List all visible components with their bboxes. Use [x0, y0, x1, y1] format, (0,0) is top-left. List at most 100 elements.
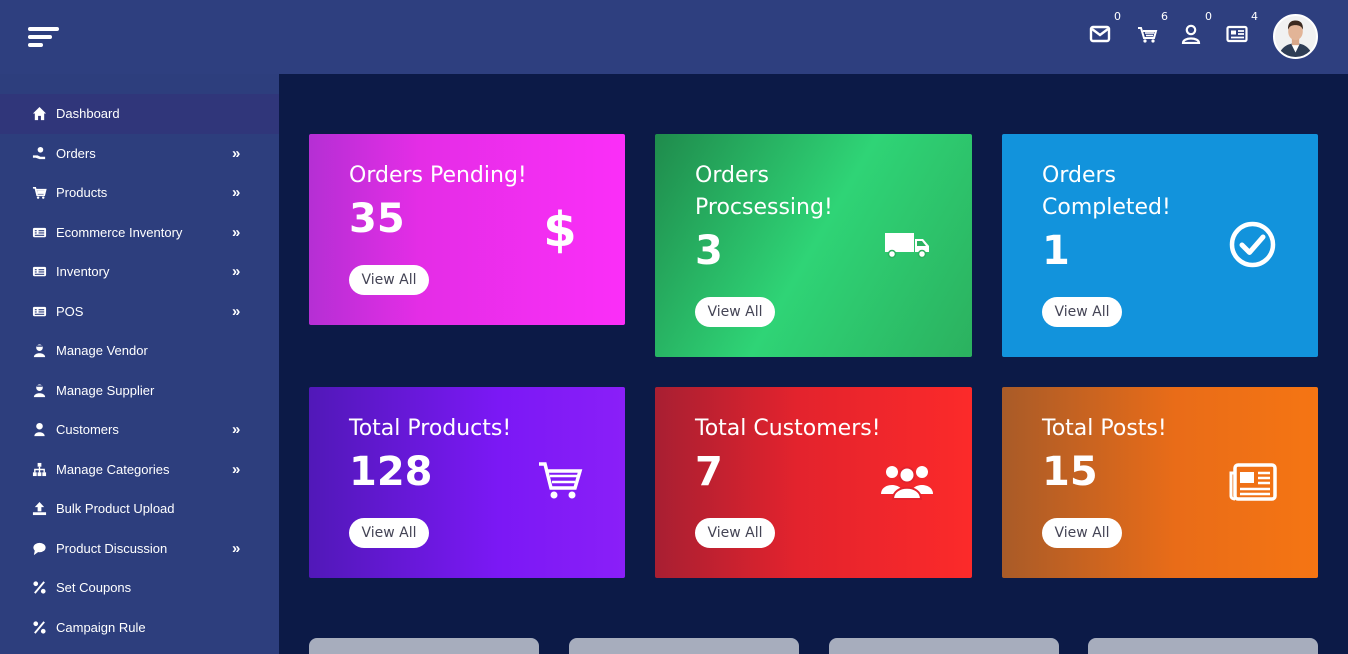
card-title: Total Products!	[349, 416, 512, 441]
orders-pending-card: Orders Pending! 35 View All $	[309, 134, 625, 325]
chevron-double-right-icon: »	[232, 144, 241, 162]
cart-icon	[537, 460, 583, 500]
view-all-button[interactable]: View All	[1042, 518, 1122, 548]
card-title-line2: Procsessing!	[695, 195, 833, 220]
users-button[interactable]: 0	[1180, 10, 1212, 45]
chevron-double-right-icon: »	[232, 421, 241, 438]
envelope-icon	[1089, 25, 1111, 48]
sidebar-item-orders[interactable]: Orders »	[0, 134, 279, 174]
store-user-icon	[30, 343, 48, 359]
sidebar-item-label: POS	[56, 303, 84, 319]
users-count: 0	[1205, 10, 1212, 23]
sidebar-item-label: Inventory	[56, 264, 110, 280]
bottom-panel	[829, 638, 1059, 654]
sidebar-item-set-coupons[interactable]: Set Coupons	[0, 568, 279, 608]
sidebar-item-label: Dashboard	[56, 106, 120, 122]
newspaper-icon	[1226, 25, 1248, 48]
sidebar-item-label: Bulk Product Upload	[56, 501, 175, 517]
sidebar: Dashboard Orders » Products » Ecommerce …	[0, 74, 279, 654]
card-count: 128	[349, 449, 433, 495]
store-user-icon	[30, 382, 48, 398]
sidebar-item-ecommerce-inventory[interactable]: Ecommerce Inventory »	[0, 213, 279, 253]
user-avatar[interactable]	[1273, 14, 1318, 59]
sidebar-item-label: Products	[56, 185, 108, 201]
sidebar-item-campaign-rule[interactable]: Campaign Rule	[0, 608, 279, 648]
card-title-line1: Orders	[695, 163, 769, 188]
cart-icon	[1136, 27, 1158, 48]
upload-icon	[30, 501, 48, 517]
view-all-button[interactable]: View All	[695, 297, 775, 327]
svg-text:$: $	[546, 204, 574, 254]
newspaper-icon	[1229, 463, 1277, 501]
sidebar-item-label: Manage Vendor	[56, 343, 148, 359]
chevron-double-right-icon: »	[232, 184, 241, 201]
card-count: 7	[695, 449, 723, 495]
card-title: Orders Pending!	[349, 163, 527, 188]
card-title-line1: Orders	[1042, 163, 1116, 188]
view-all-button[interactable]: View All	[349, 265, 429, 295]
user-icon	[30, 422, 48, 438]
sidebar-item-label: Ecommerce Inventory	[56, 224, 183, 240]
messages-count: 0	[1114, 10, 1121, 23]
chevron-double-right-icon: »	[232, 263, 241, 280]
sidebar-item-pos[interactable]: POS »	[0, 292, 279, 332]
card-count: 1	[1042, 228, 1070, 274]
sidebar-item-label: Product Discussion	[56, 540, 168, 556]
view-all-button[interactable]: View All	[695, 518, 775, 548]
posts-count: 4	[1251, 10, 1258, 23]
percent-icon	[30, 580, 48, 596]
list-card-icon	[30, 303, 48, 319]
chevron-double-right-icon: »	[232, 460, 241, 478]
messages-button[interactable]: 0	[1089, 10, 1121, 44]
view-all-button[interactable]: View All	[349, 518, 429, 548]
bottom-panel	[1088, 638, 1318, 654]
sidebar-item-label: Customers	[56, 422, 119, 438]
total-posts-card: Total Posts! 15 View All	[1002, 387, 1318, 578]
view-all-button[interactable]: View All	[1042, 297, 1122, 327]
sidebar-item-customers[interactable]: Customers »	[0, 410, 279, 450]
sidebar-item-label: Manage Categories	[56, 461, 170, 477]
check-circle-icon	[1229, 221, 1276, 268]
list-card-icon	[30, 224, 48, 240]
list-card-icon	[30, 264, 48, 280]
dollar-icon: $	[543, 202, 576, 258]
orders-processing-card: Orders Procsessing! 3 View All	[655, 134, 972, 357]
percent-icon	[30, 619, 48, 635]
sidebar-item-product-discussion[interactable]: Product Discussion »	[0, 529, 279, 569]
sidebar-item-inventory[interactable]: Inventory »	[0, 252, 279, 292]
sidebar-item-bulk-product-upload[interactable]: Bulk Product Upload	[0, 489, 279, 529]
cart-button[interactable]: 6	[1136, 10, 1168, 44]
posts-button[interactable]: 4	[1226, 10, 1258, 44]
bottom-panel	[569, 638, 799, 654]
sidebar-item-dashboard[interactable]: Dashboard	[0, 94, 279, 134]
sidebar-item-label: Manage Supplier	[56, 382, 155, 398]
card-count: 15	[1042, 449, 1098, 495]
card-title: Total Posts!	[1042, 416, 1167, 441]
chevron-double-right-icon: »	[232, 302, 241, 320]
card-title-line2: Completed!	[1042, 195, 1171, 220]
truck-icon	[884, 231, 930, 259]
total-customers-card: Total Customers! 7 View All	[655, 387, 972, 578]
card-count: 35	[349, 196, 405, 242]
users-icon	[880, 462, 934, 500]
sidebar-menu: Dashboard Orders » Products » Ecommerce …	[0, 94, 279, 647]
sidebar-item-manage-supplier[interactable]: Manage Supplier	[0, 371, 279, 411]
bottom-panel	[309, 638, 539, 654]
card-count: 3	[695, 228, 723, 274]
card-title: Total Customers!	[695, 416, 881, 441]
menu-toggle-icon[interactable]	[28, 27, 60, 49]
sidebar-item-manage-vendor[interactable]: Manage Vendor	[0, 331, 279, 371]
total-products-card: Total Products! 128 View All	[309, 387, 625, 578]
sidebar-item-label: Orders	[56, 145, 96, 161]
home-icon	[30, 106, 48, 122]
cart-icon	[30, 185, 48, 201]
sidebar-item-manage-categories[interactable]: Manage Categories »	[0, 450, 279, 490]
hand-icon	[30, 145, 48, 161]
sitemap-icon	[30, 461, 48, 477]
top-bar: 0 6 0 4	[0, 0, 1348, 74]
user-icon	[1180, 24, 1202, 48]
chat-icon	[30, 540, 48, 556]
orders-completed-card: Orders Completed! 1 View All	[1002, 134, 1318, 357]
sidebar-item-products[interactable]: Products »	[0, 173, 279, 213]
cart-count: 6	[1161, 10, 1168, 23]
